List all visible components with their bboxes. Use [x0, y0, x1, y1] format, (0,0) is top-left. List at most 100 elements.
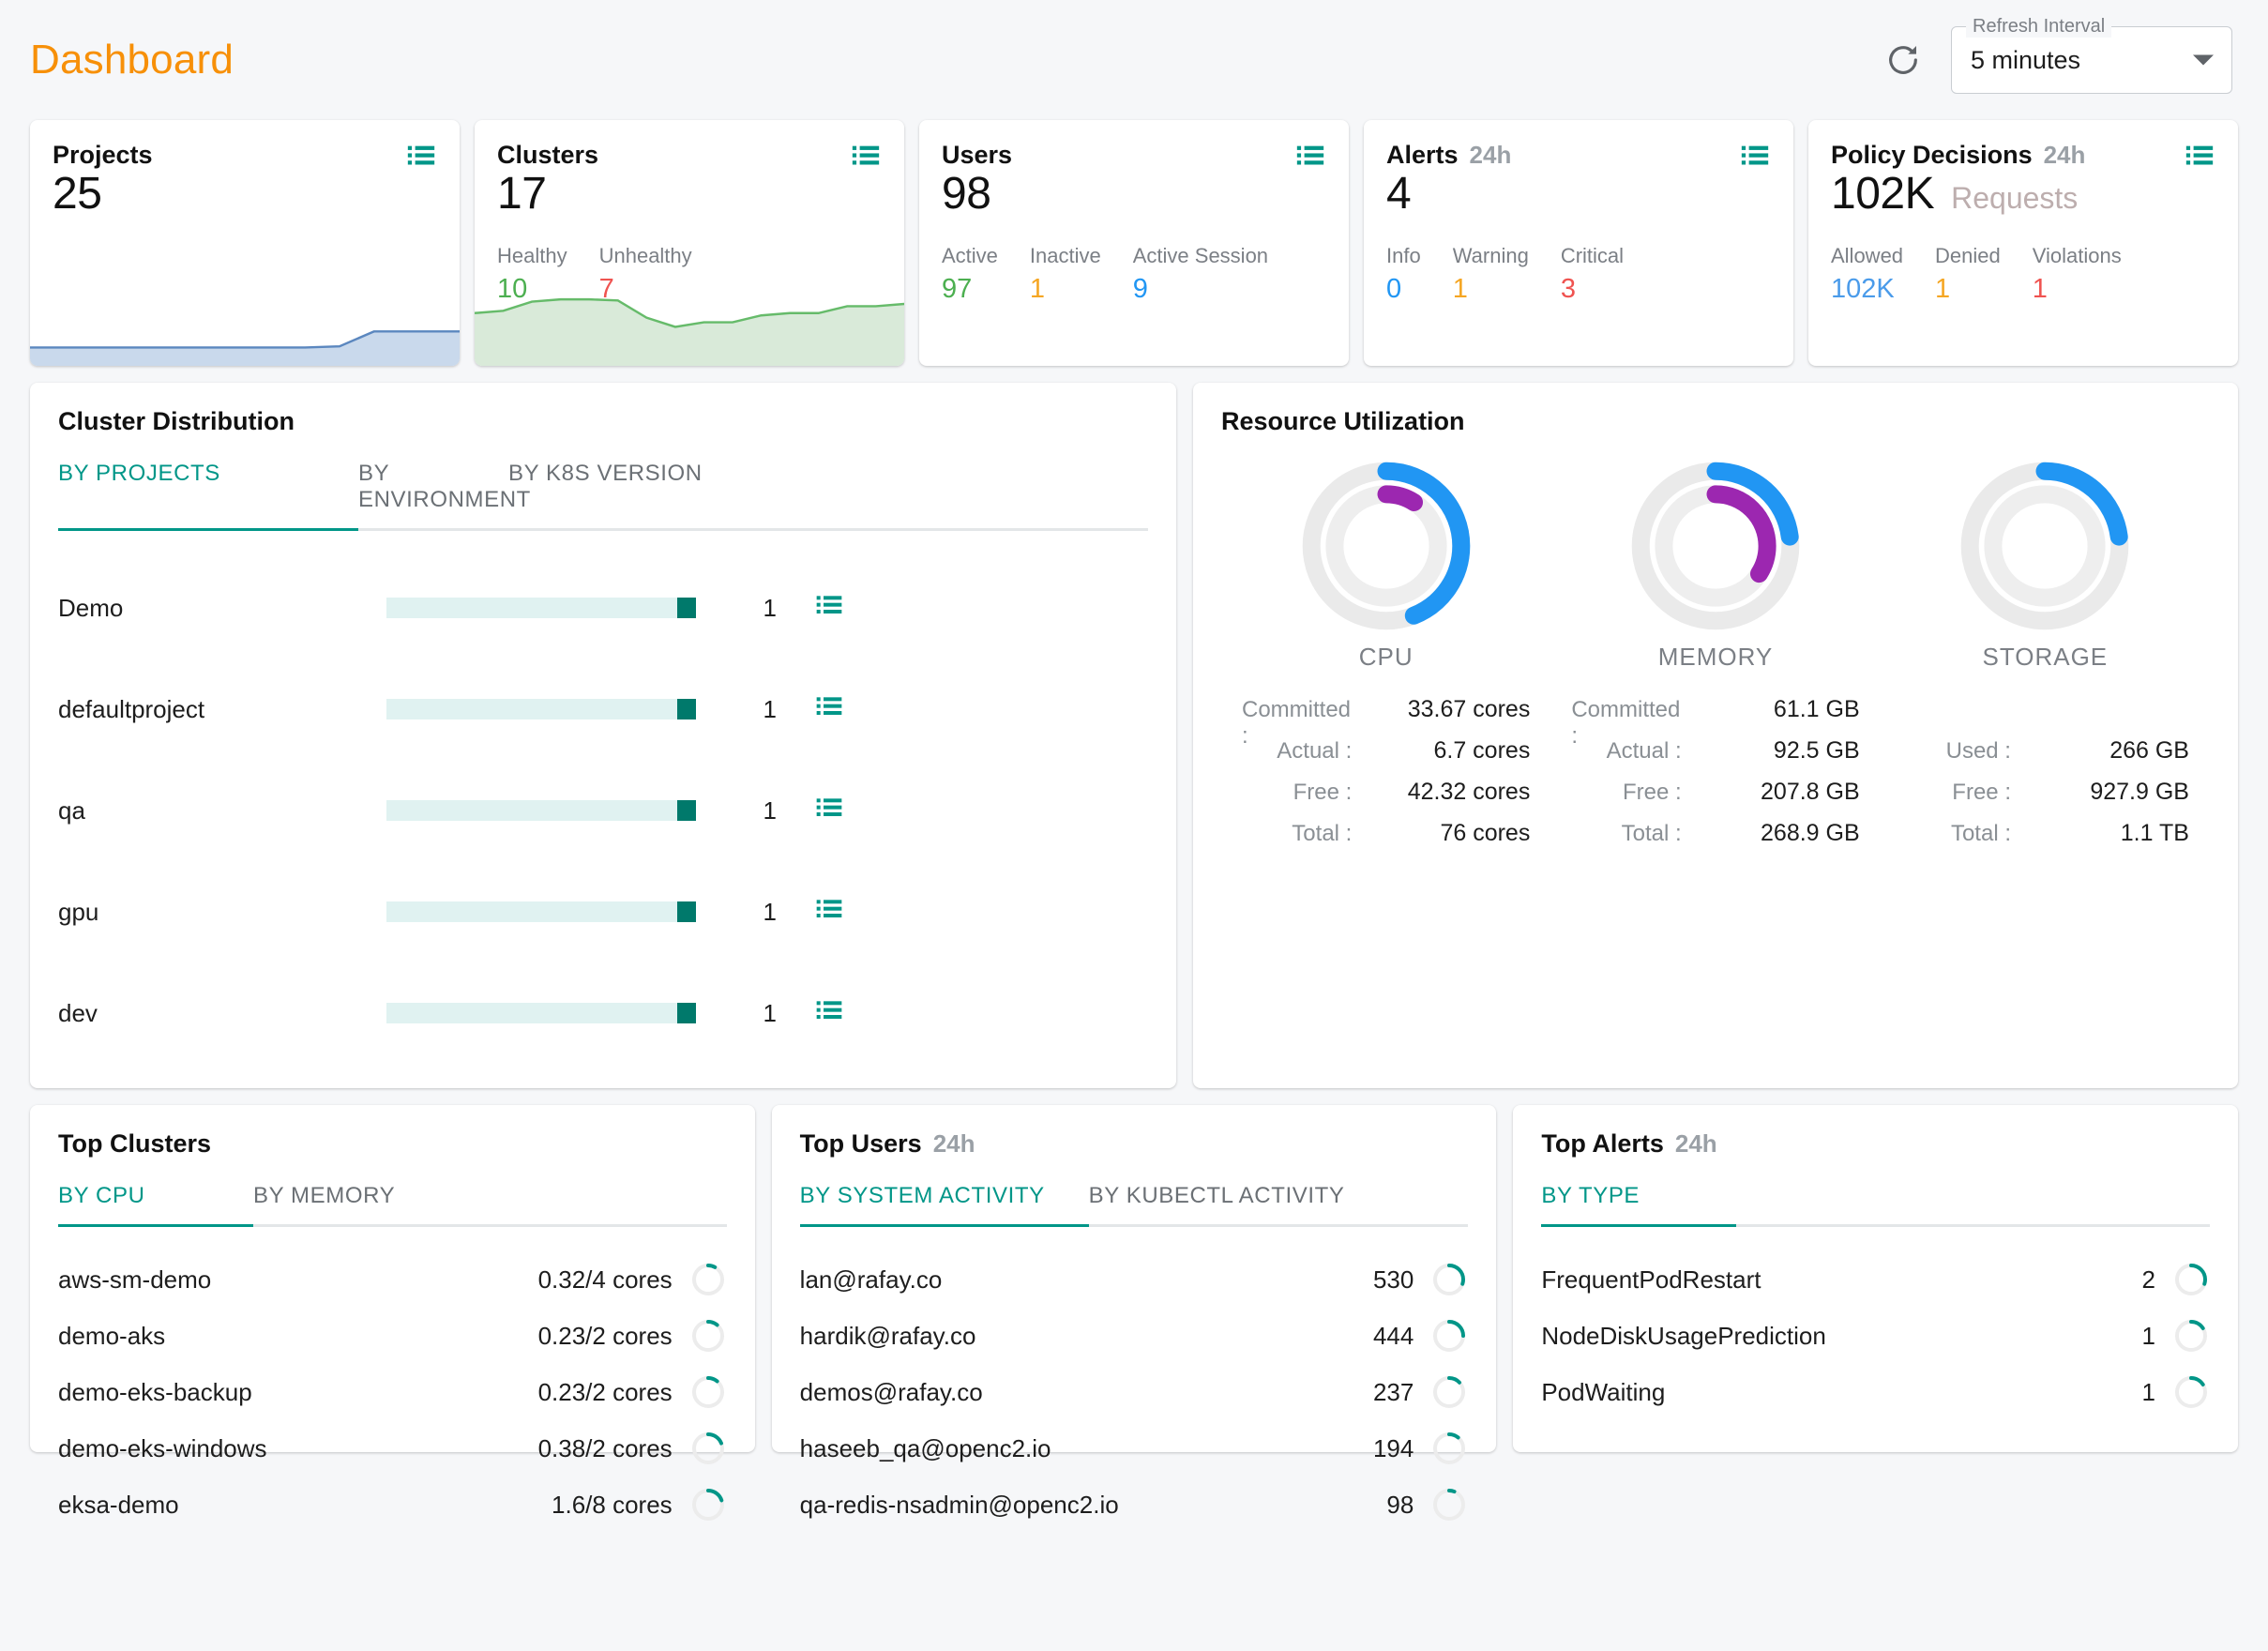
list-item[interactable]: demo-eks-backup 0.23/2 cores — [58, 1364, 727, 1420]
stat-line — [1901, 696, 2189, 737]
tab-by-type[interactable]: BY TYPE — [1541, 1183, 1736, 1224]
item-value: 444 — [1372, 1321, 1414, 1350]
cluster-distribution-row[interactable]: dev 1 — [58, 962, 1148, 1064]
gauge-label: CPU — [1358, 643, 1414, 671]
stat-line: Free : 927.9 GB — [1901, 779, 2189, 820]
list-icon[interactable] — [814, 591, 844, 621]
item-value: 237 — [1372, 1377, 1414, 1406]
row-list-button[interactable] — [814, 692, 844, 727]
tab-by-kubectl-activity[interactable]: BY KUBECTL ACTIVITY — [1089, 1183, 1345, 1224]
stat-value: 76 cores — [1440, 820, 1531, 846]
panel-rows: FrequentPodRestart 2 NodeDiskUsagePredicti… — [1541, 1251, 2210, 1420]
list-icon[interactable] — [850, 141, 882, 173]
list-icon[interactable] — [405, 141, 437, 173]
refresh-button[interactable] — [1882, 38, 1925, 82]
tab-by-k8s-version[interactable]: BY K8S VERSION — [508, 461, 703, 528]
list-item[interactable]: haseeb_qa@openc2.io 194 — [800, 1420, 1469, 1477]
cluster-distribution-row[interactable]: qa 1 — [58, 760, 1148, 861]
active-tab-indicator — [1541, 1224, 1737, 1227]
stat-line: Total : 76 cores — [1242, 820, 1530, 861]
item-value: 0.23/2 cores — [537, 1377, 673, 1406]
chevron-down-icon[interactable] — [2193, 54, 2214, 66]
stat-key: Free : — [1952, 780, 2011, 805]
stat-card-projects[interactable]: Projects 25 — [30, 120, 460, 366]
active-tab-indicator — [58, 528, 358, 531]
stat-key: Total : — [1950, 821, 2011, 846]
sub-metrics: Active 97 Inactive 1 Active Session 9 — [942, 244, 1326, 305]
list-item[interactable]: eksa-demo 1.6/8 cores — [58, 1477, 727, 1533]
project-name: gpu — [58, 897, 99, 926]
tab-by-projects[interactable]: BY PROJECTS — [58, 461, 358, 528]
cluster-distribution-row[interactable]: gpu 1 — [58, 861, 1148, 962]
item-value: 1.6/8 cores — [552, 1490, 673, 1519]
card-list-button[interactable] — [1739, 141, 1771, 177]
card-value-row: 102K Requests — [1831, 169, 2184, 220]
list-icon[interactable] — [1294, 141, 1326, 173]
row-list-button[interactable] — [814, 996, 844, 1031]
card-list-button[interactable] — [1294, 141, 1326, 177]
cluster-distribution-row[interactable]: defaultproject 1 — [58, 659, 1148, 760]
stat-key: Free : — [1293, 780, 1353, 805]
stat-line: Committed :61.1 GB — [1571, 696, 1859, 749]
resource-stats: Committed :33.67 cores Actual :6.7 cores F… — [1221, 696, 2210, 861]
list-icon[interactable] — [1739, 141, 1771, 173]
row-list-button[interactable] — [814, 794, 844, 828]
item-name: eksa-demo — [58, 1490, 179, 1519]
item-name: lan@rafay.co — [799, 1265, 943, 1294]
card-list-button[interactable] — [405, 141, 437, 177]
stat-card-alerts[interactable]: Alerts 24h 4 Info 0 Warning 1 Critical 3 — [1364, 120, 1793, 366]
tab-by-environment[interactable]: BY ENVIRONMENT — [358, 461, 530, 528]
row-list-button[interactable] — [814, 895, 844, 930]
list-item[interactable]: aws-sm-demo 0.32/4 cores — [58, 1251, 727, 1308]
list-item[interactable]: PodWaiting 1 — [1541, 1364, 2210, 1420]
list-icon[interactable] — [814, 895, 844, 925]
row-list-button[interactable] — [814, 591, 844, 626]
sub-metric-label: Violations — [2032, 244, 2122, 267]
list-icon[interactable] — [814, 692, 844, 722]
list-item[interactable]: demo-eks-windows 0.38/2 cores — [58, 1420, 727, 1477]
list-icon[interactable] — [814, 996, 844, 1026]
stat-key: Actual : — [1277, 738, 1353, 764]
cluster-distribution-panel: Cluster Distribution BY PROJECTS BY ENVIR… — [30, 383, 1176, 1088]
stat-card-policy-decisions[interactable]: Policy Decisions 24h 102K Requests Allowed 10… — [1808, 120, 2238, 366]
cluster-count: 1 — [763, 795, 777, 825]
tab-by-system-activity[interactable]: BY SYSTEM ACTIVITY — [800, 1183, 1089, 1224]
cluster-count: 1 — [763, 998, 777, 1027]
stat-value: 6.7 cores — [1433, 737, 1531, 764]
card-value: 17 — [497, 169, 547, 219]
sub-metric-label: Critical — [1560, 244, 1625, 267]
stat-key: Used : — [1945, 738, 2011, 764]
cluster-distribution-row[interactable]: Demo 1 — [58, 557, 1148, 659]
stat-value: 207.8 GB — [1761, 779, 1860, 805]
list-icon[interactable] — [814, 794, 844, 824]
item-value: 0.38/2 cores — [537, 1433, 673, 1462]
list-item[interactable]: NodeDiskUsagePrediction 1 — [1541, 1308, 2210, 1364]
list-item[interactable]: FrequentPodRestart 2 — [1541, 1251, 2210, 1308]
list-item[interactable]: qa-redis-nsadmin@openc2.io 98 — [800, 1477, 1469, 1533]
panel-title: Top Users — [799, 1129, 922, 1158]
card-list-button[interactable] — [2184, 141, 2215, 177]
progress-ring — [691, 1320, 724, 1352]
stat-card-users[interactable]: Users 98 Active 97 Inactive 1 Active Session 9 — [919, 120, 1349, 366]
list-item[interactable]: lan@rafay.co 530 — [800, 1251, 1469, 1308]
list-item[interactable]: demos@rafay.co 237 — [800, 1364, 1469, 1420]
stat-value: 33.67 cores — [1407, 696, 1531, 722]
list-icon[interactable] — [2184, 141, 2215, 173]
item-value: 98 — [1386, 1490, 1414, 1519]
stat-cards-row: Projects 25 Clusters 17 Healthy 10 Unhealthy 7 U… — [26, 120, 2242, 366]
card-header: Clusters 17 — [497, 141, 882, 220]
donut-chart — [1631, 462, 1800, 630]
list-item[interactable]: demo-aks 0.23/2 cores — [58, 1308, 727, 1364]
sub-metric-label: Active Session — [1132, 244, 1269, 267]
tab-by-memory[interactable]: BY MEMORY — [253, 1183, 395, 1224]
progress-ring — [2175, 1376, 2208, 1408]
stat-card-clusters[interactable]: Clusters 17 Healthy 10 Unhealthy 7 — [475, 120, 904, 366]
panel-tabs: BY SYSTEM ACTIVITY BY KUBECTL ACTIVITY — [800, 1183, 1469, 1224]
card-list-button[interactable] — [850, 141, 882, 177]
tab-by-cpu[interactable]: BY CPU — [58, 1183, 253, 1224]
list-item[interactable]: hardik@rafay.co 444 — [800, 1308, 1469, 1364]
card-value: 25 — [53, 169, 102, 219]
refresh-interval-select[interactable]: 5 minutes Refresh Interval — [1951, 15, 2232, 94]
panel-rows: aws-sm-demo 0.32/4 cores demo-aks 0.23/2 co… — [58, 1251, 727, 1533]
stat-line: Total : 1.1 TB — [1901, 820, 2189, 861]
